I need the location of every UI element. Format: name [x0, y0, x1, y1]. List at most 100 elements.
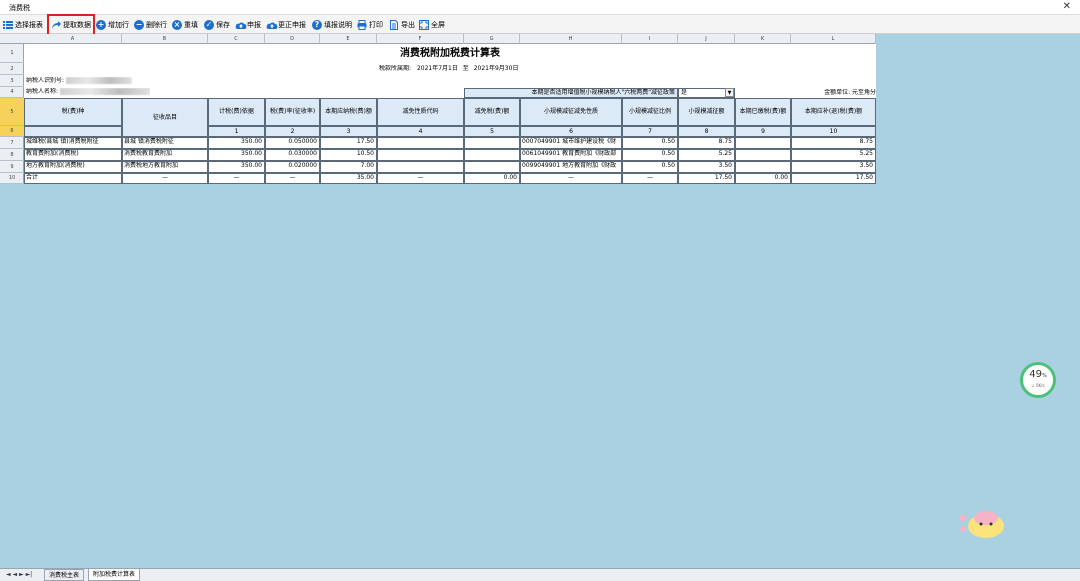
- table-cell[interactable]: 0099049901 地方教育附加《财政: [520, 161, 622, 173]
- index-8: 8: [678, 126, 735, 137]
- row-header-10[interactable]: 10: [0, 173, 24, 184]
- col-header-c[interactable]: C: [208, 34, 265, 44]
- tab-consumption-tax-main[interactable]: 消费税主表: [44, 569, 85, 581]
- table-cell[interactable]: 0.050000: [265, 137, 320, 149]
- col-header-g[interactable]: G: [464, 34, 520, 44]
- table-cell[interactable]: 0.020000: [265, 161, 320, 173]
- total-cell: 17.50: [678, 173, 735, 184]
- table-cell[interactable]: 0007049901 城市维护建设税《财: [520, 137, 622, 149]
- table-cell[interactable]: [735, 137, 791, 149]
- table-cell[interactable]: 5.25: [678, 149, 735, 161]
- table-cell[interactable]: 消费税教育费附加: [122, 149, 208, 161]
- fullscreen-label: 全屏: [431, 20, 445, 29]
- col-header-k[interactable]: K: [735, 34, 791, 44]
- network-speed-widget[interactable]: 49% ↓ 0K/s: [1020, 362, 1056, 398]
- mascot-icon[interactable]: [958, 506, 1006, 540]
- sheet-tab-bar: ◄ ◄ ► ►| 消费税主表 附加税费计算表: [0, 568, 1080, 581]
- table-cell[interactable]: 7.00: [320, 161, 377, 173]
- row-header-5[interactable]: 5: [0, 98, 24, 126]
- row-header-2[interactable]: 2: [0, 63, 24, 75]
- header-small-code: 小规模减征减免性质: [520, 98, 622, 126]
- table-cell[interactable]: [735, 161, 791, 173]
- refill-button[interactable]: × 重填: [172, 18, 198, 31]
- col-header-l[interactable]: L: [791, 34, 876, 44]
- header-small-ratio: 小规模减征比例: [622, 98, 678, 126]
- table-cell[interactable]: 0.50: [622, 149, 678, 161]
- table-cell[interactable]: 10.50: [320, 149, 377, 161]
- col-header-b[interactable]: B: [122, 34, 208, 44]
- taxpayer-id-line: 纳税人识别号:: [26, 77, 132, 87]
- table-cell[interactable]: [735, 149, 791, 161]
- period-label: 税款所属期:: [379, 65, 412, 72]
- tab-surcharge-calc[interactable]: 附加税费计算表: [88, 569, 141, 581]
- period-separator: 至: [462, 65, 469, 72]
- correct-declare-button[interactable]: 更正申报: [266, 18, 306, 31]
- table-cell[interactable]: 5.25: [791, 149, 876, 161]
- table-cell[interactable]: 0.50: [622, 161, 678, 173]
- help-label: 填报说明: [324, 20, 352, 29]
- table-cell[interactable]: 0.030000: [265, 149, 320, 161]
- table-cell[interactable]: 8.75: [791, 137, 876, 149]
- total-cell: —: [520, 173, 622, 184]
- table-cell[interactable]: [464, 161, 520, 173]
- fullscreen-button[interactable]: 全屏: [419, 18, 445, 31]
- table-cell[interactable]: 0061049901 教育费附加《财政部: [520, 149, 622, 161]
- col-header-d[interactable]: D: [265, 34, 320, 44]
- row-header-1[interactable]: 1: [0, 44, 24, 63]
- table-cell[interactable]: 0.50: [622, 137, 678, 149]
- print-button[interactable]: 打印: [357, 18, 383, 31]
- table-cell[interactable]: 8.75: [678, 137, 735, 149]
- table-cell[interactable]: 地方教育附加(消费税): [24, 161, 122, 173]
- cross-circle-icon: ×: [172, 19, 182, 30]
- table-cell[interactable]: 县城 镇消费税附征: [122, 137, 208, 149]
- check-icon: ✓: [204, 19, 214, 30]
- table-cell[interactable]: 消费税地方教育附加: [122, 161, 208, 173]
- close-icon[interactable]: ✕: [1063, 1, 1071, 12]
- row-header-6[interactable]: 6: [0, 126, 24, 137]
- window-titlebar: 消费税 ✕: [0, 0, 1080, 15]
- row-header-4[interactable]: 4: [0, 87, 24, 98]
- col-header-h[interactable]: H: [520, 34, 622, 44]
- col-header-e[interactable]: E: [320, 34, 377, 44]
- chevron-down-icon[interactable]: ▼: [725, 88, 734, 97]
- save-button[interactable]: ✓ 保存: [204, 18, 230, 31]
- table-cell[interactable]: [377, 149, 464, 161]
- help-button[interactable]: ? 填报说明: [312, 18, 352, 31]
- table-cell[interactable]: 城维税(县城 镇)消费税附征: [24, 137, 122, 149]
- row-header-9[interactable]: 9: [0, 161, 24, 173]
- row-header-8[interactable]: 8: [0, 149, 24, 161]
- total-cell: —: [622, 173, 678, 184]
- table-cell[interactable]: [464, 137, 520, 149]
- table-cell[interactable]: 教育费附加(消费税): [24, 149, 122, 161]
- table-cell[interactable]: 3.50: [678, 161, 735, 173]
- col-header-i[interactable]: I: [622, 34, 678, 44]
- sheet-nav-arrows[interactable]: ◄ ◄ ► ►|: [6, 571, 32, 578]
- col-header-j[interactable]: J: [678, 34, 735, 44]
- table-cell[interactable]: 3.50: [791, 161, 876, 173]
- index-6: 6: [520, 126, 622, 137]
- header-exempt-code: 减免性质代码: [377, 98, 464, 126]
- declare-button[interactable]: 申报: [235, 18, 261, 31]
- col-header-f[interactable]: F: [377, 34, 464, 44]
- table-cell[interactable]: 350.00: [208, 149, 265, 161]
- select-report-button[interactable]: 选择报表: [3, 18, 43, 31]
- column-header-bar: A B C D E F G H I J K L: [0, 34, 876, 44]
- row-header-7[interactable]: 7: [0, 137, 24, 149]
- refill-label: 重填: [184, 20, 198, 29]
- table-cell[interactable]: 350.00: [208, 137, 265, 149]
- index-10: 10: [791, 126, 876, 137]
- table-cell[interactable]: 350.00: [208, 161, 265, 173]
- col-header-a[interactable]: A: [24, 34, 122, 44]
- export-button[interactable]: 导出: [389, 18, 415, 31]
- index-4: 4: [377, 126, 464, 137]
- delete-row-button[interactable]: − 删除行: [134, 18, 167, 31]
- table-cell[interactable]: [377, 161, 464, 173]
- add-row-button[interactable]: + 增加行: [96, 18, 129, 31]
- row-header-3[interactable]: 3: [0, 75, 24, 87]
- table-cell[interactable]: [377, 137, 464, 149]
- index-blank: [24, 126, 122, 137]
- form-grid: 消费税附加税费计算表 税款所属期: 2021年7月1日 至 2021年9月30日…: [24, 44, 876, 184]
- table-cell[interactable]: 17.50: [320, 137, 377, 149]
- table-cell[interactable]: [464, 149, 520, 161]
- spreadsheet-area[interactable]: A B C D E F G H I J K L 1 2 3 4 5 6 7 8 …: [0, 34, 1080, 568]
